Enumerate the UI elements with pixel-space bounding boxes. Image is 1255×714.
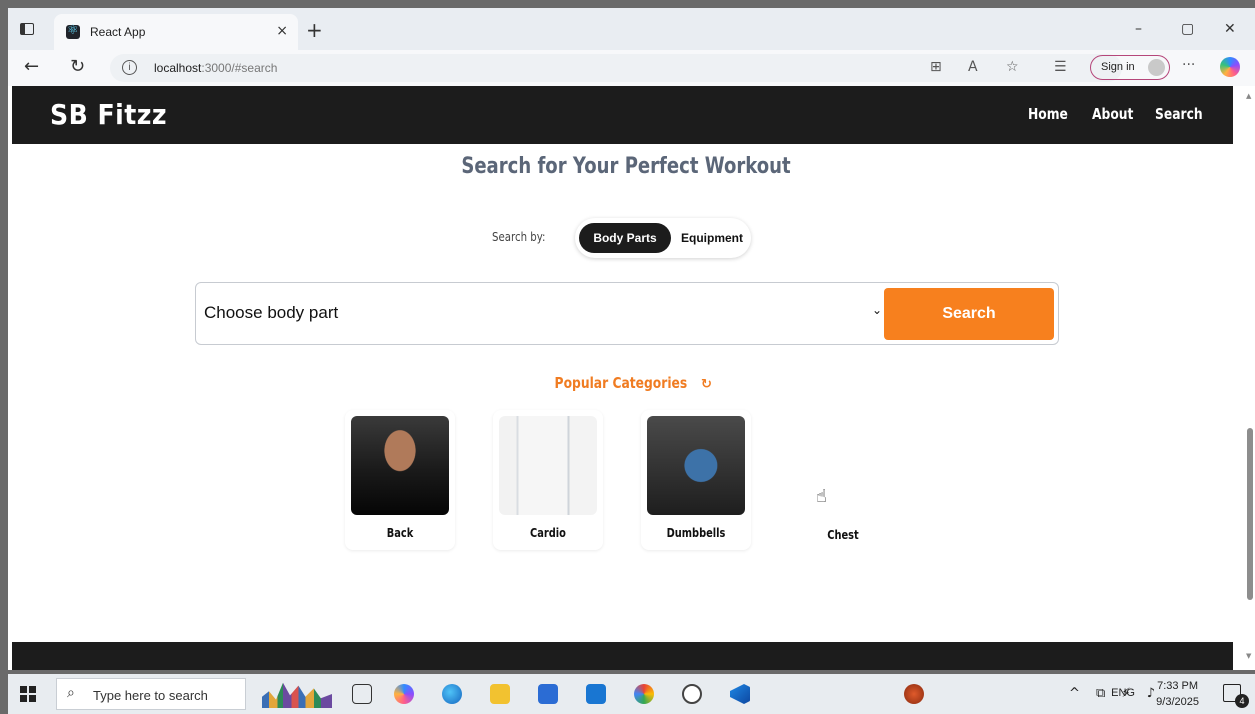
category-label: Dumbbells <box>666 526 726 540</box>
scroll-up-icon[interactable]: ▲ <box>1246 92 1251 100</box>
react-favicon-icon <box>66 23 80 39</box>
browser-tab[interactable]: React App × <box>54 14 298 50</box>
dumbbells-photo <box>647 416 745 515</box>
favorites-list-icon[interactable]: ☰ <box>1054 59 1067 75</box>
category-label: Chest <box>827 528 859 542</box>
widgets-icon[interactable] <box>262 682 332 708</box>
vscode-icon[interactable] <box>730 684 750 704</box>
page-title: Search for Your Perfect Workout <box>461 154 791 179</box>
nav-about-link[interactable]: About <box>1092 105 1133 123</box>
close-window-button[interactable]: ✕ <box>1224 21 1236 37</box>
copilot-icon[interactable] <box>1220 57 1240 77</box>
chrome-icon[interactable] <box>634 684 654 704</box>
sign-in-label: Sign in <box>1101 61 1135 73</box>
hand-cursor-icon: ☝ <box>816 486 827 507</box>
category-card-chest[interactable]: Chest <box>788 410 898 550</box>
scroll-down-icon[interactable]: ▼ <box>1246 652 1251 660</box>
equipment-toggle-button[interactable]: Equipment <box>675 223 749 253</box>
windows-start-icon[interactable] <box>20 686 36 702</box>
taskbar-search-placeholder: Type here to search <box>93 688 208 703</box>
page-viewport: SB Fitzz Home About Search Search for Yo… <box>8 86 1244 670</box>
search-by-label: Search by: <box>492 230 546 244</box>
file-explorer-icon[interactable] <box>490 684 510 704</box>
clock-date: 9/3/2025 <box>1156 696 1199 708</box>
site-info-icon[interactable]: i <box>122 60 137 75</box>
store-icon[interactable] <box>538 684 558 704</box>
back-muscle-photo <box>351 416 449 515</box>
cardio-photo <box>499 416 597 515</box>
minimize-button[interactable]: – <box>1135 21 1142 37</box>
browser-tab-bar: React App × + – ▢ ✕ <box>8 8 1255 50</box>
search-form: Choose body part ⌄ Search <box>195 282 1059 345</box>
restore-button[interactable]: ▢ <box>1181 21 1194 37</box>
app-tray-icon[interactable] <box>904 684 924 704</box>
taskbar-clock[interactable]: 7:33 PM 9/3/2025 <box>1156 678 1199 710</box>
flame-icon: ↻ <box>701 377 712 392</box>
tab-close-icon[interactable]: × <box>276 23 288 39</box>
read-aloud-icon[interactable]: A <box>968 59 978 75</box>
brand-logo[interactable]: SB Fitzz <box>50 98 167 131</box>
refresh-icon[interactable]: ↻ <box>70 56 85 77</box>
app-footer <box>12 642 1233 670</box>
scrollbar-thumb[interactable] <box>1247 428 1253 600</box>
taskbar-search-box[interactable]: ⌕ Type here to search <box>56 678 246 710</box>
search-button[interactable]: Search <box>884 288 1054 340</box>
category-card-dumbbells[interactable]: Dumbbells <box>641 410 751 550</box>
nav-home-link[interactable]: Home <box>1028 105 1068 123</box>
notification-badge: 4 <box>1235 694 1249 708</box>
tab-actions-icon[interactable] <box>20 23 34 35</box>
clock-time: 7:33 PM <box>1157 680 1199 692</box>
favorite-star-icon[interactable]: ☆ <box>1006 59 1019 75</box>
category-label: Back <box>386 526 414 540</box>
tab-title: React App <box>90 25 146 39</box>
category-card-back[interactable]: Back <box>345 410 455 550</box>
sign-in-button[interactable]: Sign in <box>1090 55 1170 80</box>
nav-search-link[interactable]: Search <box>1155 105 1203 123</box>
language-indicator[interactable]: ENG <box>1111 687 1135 699</box>
category-label: Cardio <box>530 526 566 540</box>
chevron-down-icon[interactable]: ⌄ <box>872 303 882 317</box>
edge-browser-icon[interactable] <box>442 684 462 704</box>
popular-categories-label: Popular Categories <box>554 374 688 392</box>
browser-toolbar: ← ↻ i localhost:3000/#search ⊞ A ☆ ☰ Sig… <box>8 50 1255 86</box>
category-card-cardio[interactable]: Cardio <box>493 410 603 550</box>
more-menu-icon[interactable]: ··· <box>1182 57 1195 73</box>
body-part-select[interactable]: Choose body part <box>204 303 338 323</box>
avatar-icon <box>1148 59 1165 76</box>
immersive-reader-icon[interactable]: ⊞ <box>930 59 942 75</box>
search-icon: ⌕ <box>67 685 75 701</box>
app-navbar: SB Fitzz Home About Search <box>12 86 1233 144</box>
notification-icon[interactable]: 4 <box>1223 684 1249 708</box>
body-parts-toggle-button[interactable]: Body Parts <box>579 223 671 253</box>
new-tab-button[interactable]: + <box>306 18 323 42</box>
popular-categories-title: Popular Categories ↻ <box>8 374 1244 392</box>
url-text[interactable]: localhost:3000/#search <box>154 61 277 75</box>
screen: React App × + – ▢ ✕ ← ↻ i localhost:3000… <box>0 0 1255 714</box>
copilot-taskbar-icon[interactable] <box>394 684 414 704</box>
windows-taskbar: ⌕ Type here to search ^ ⧉ ⚡ ♪ ENG 7:33 P… <box>8 674 1255 714</box>
outlook-icon[interactable] <box>586 684 606 704</box>
back-arrow-icon[interactable]: ← <box>24 56 39 77</box>
search-mode-toggle: Body Parts Equipment <box>575 218 751 258</box>
task-view-icon[interactable] <box>352 684 372 704</box>
page-scrollbar[interactable]: ▲ ▼ <box>1244 86 1255 670</box>
recorder-icon[interactable] <box>682 684 702 704</box>
